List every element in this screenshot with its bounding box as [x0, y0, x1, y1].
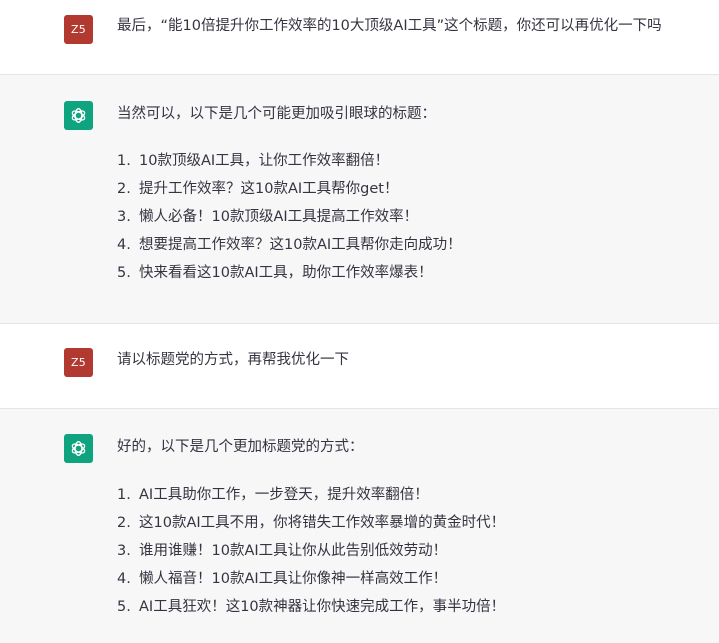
list-item-text: 这10款AI工具不用，你将错失工作效率暴增的黄金时代！ [139, 515, 506, 531]
list-item: 4. 想要提高工作效率？这10款AI工具帮你走向成功！ [117, 234, 711, 262]
user-avatar: Z5 [64, 15, 93, 44]
list-item-text: 谁用谁赚！10款AI工具让你从此告别低效劳动！ [139, 543, 448, 559]
list-item: 2. 这10款AI工具不用，你将错失工作效率暴增的黄金时代！ [117, 512, 711, 540]
list-item-text: 快来看看这10款AI工具，助你工作效率爆表！ [139, 265, 433, 281]
list-item-text: 10款顶级AI工具，让你工作效率翻倍！ [139, 153, 390, 169]
list-item-text: 想要提高工作效率？这10款AI工具帮你走向成功！ [139, 237, 462, 253]
assistant-avatar [64, 434, 93, 463]
list-item-number: 4. [117, 571, 131, 587]
list-item-text: AI工具狂欢！这10款神器让你快速完成工作，事半功倍！ [139, 599, 506, 615]
list-item-text: 提升工作效率？这10款AI工具帮你get！ [139, 181, 399, 197]
list-item-number: 1. [117, 153, 131, 169]
list-item: 1. AI工具助你工作，一步登天，提升效率翻倍！ [117, 484, 711, 512]
user-message-text: 请以标题党的方式，再帮我优化一下 [117, 352, 349, 368]
list-item-number: 3. [117, 209, 131, 225]
user-message-row: Z5 请以标题党的方式，再帮我优化一下 [0, 324, 719, 409]
list-item-number: 1. [117, 487, 131, 503]
list-item-text: AI工具助你工作，一步登天，提升效率翻倍！ [139, 487, 429, 503]
list-item-text: 懒人必备！10款顶级AI工具提高工作效率！ [139, 209, 419, 225]
assistant-avatar [64, 101, 93, 130]
list-item-number: 2. [117, 181, 131, 197]
openai-logo-icon [71, 441, 86, 456]
list-item: 4. 懒人福音！10款AI工具让你像神一样高效工作！ [117, 568, 711, 596]
list-item: 5. AI工具狂欢！这10款神器让你快速完成工作，事半功倍！ [117, 596, 711, 624]
list-item-text: 懒人福音！10款AI工具让你像神一样高效工作！ [139, 571, 448, 587]
list-item: 3. 懒人必备！10款顶级AI工具提高工作效率！ [117, 206, 711, 234]
list-item: 1. 10款顶级AI工具，让你工作效率翻倍！ [117, 150, 711, 178]
user-message-text: 最后，“能10倍提升你工作效率的10大顶级AI工具”这个标题，你还可以再优化一下… [117, 18, 662, 34]
user-message-row: Z5 最后，“能10倍提升你工作效率的10大顶级AI工具”这个标题，你还可以再优… [0, 0, 719, 75]
assistant-title-list: 1. 10款顶级AI工具，让你工作效率翻倍！ 2. 提升工作效率？这10款AI工具帮… [117, 150, 711, 290]
user-avatar: Z5 [64, 348, 93, 377]
list-item: 5. 快来看看这10款AI工具，助你工作效率爆表！ [117, 262, 711, 290]
list-item-number: 2. [117, 515, 131, 531]
list-item: 2. 提升工作效率？这10款AI工具帮你get！ [117, 178, 711, 206]
list-item-number: 5. [117, 599, 131, 615]
list-item-number: 4. [117, 237, 131, 253]
assistant-message-row: 好的，以下是几个更加标题党的方式： 1. AI工具助你工作，一步登天，提升效率翻倍… [0, 409, 719, 643]
list-item-number: 5. [117, 265, 131, 281]
openai-logo-icon [71, 108, 86, 123]
list-item: 3. 谁用谁赚！10款AI工具让你从此告别低效劳动！ [117, 540, 711, 568]
assistant-message-row: 当然可以，以下是几个可能更加吸引眼球的标题： 1. 10款顶级AI工具，让你工作效… [0, 75, 719, 324]
chat-thread: Z5 最后，“能10倍提升你工作效率的10大顶级AI工具”这个标题，你还可以再优… [0, 0, 719, 643]
assistant-title-list: 1. AI工具助你工作，一步登天，提升效率翻倍！ 2. 这10款AI工具不用，你将错… [117, 484, 711, 624]
assistant-intro-text: 当然可以，以下是几个可能更加吸引眼球的标题： [117, 106, 436, 122]
assistant-intro-text: 好的，以下是几个更加标题党的方式： [117, 439, 364, 455]
list-item-number: 3. [117, 543, 131, 559]
